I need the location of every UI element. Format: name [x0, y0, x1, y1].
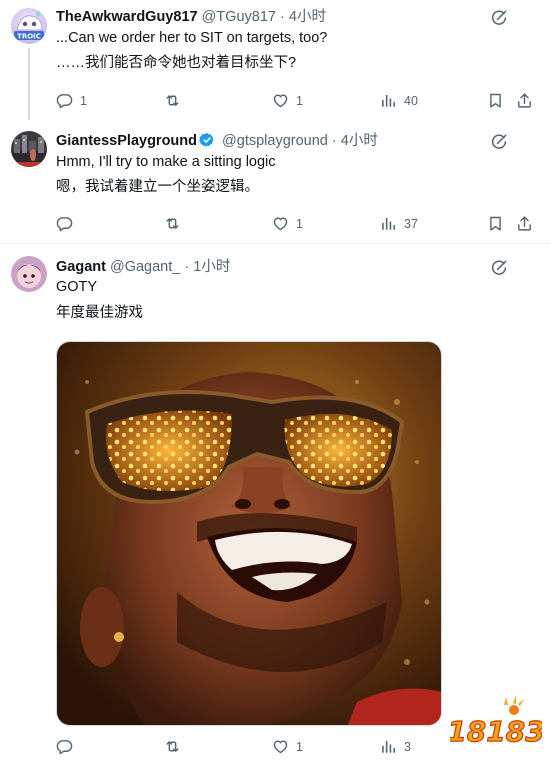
view-count: 3 — [404, 739, 411, 754]
avatar[interactable] — [11, 131, 47, 167]
like-button[interactable]: 1 — [272, 92, 303, 109]
tweet-2[interactable]: GiantessPlayground @gtsplayground · 4小时 … — [0, 122, 550, 242]
share-button[interactable] — [516, 215, 533, 232]
share-icon — [516, 92, 533, 109]
like-count: 1 — [296, 216, 303, 231]
views-icon — [380, 215, 397, 232]
tweet-text: GOTY — [56, 279, 98, 295]
tweet-header: TheAwkwardGuy817 @TGuy817 · 4小时 — [56, 8, 326, 26]
author-handle[interactable]: @Gagant_ — [110, 259, 180, 275]
views-icon — [380, 92, 397, 109]
like-icon — [272, 215, 289, 232]
views-icon — [380, 738, 397, 755]
like-count: 1 — [296, 93, 303, 108]
avatar[interactable] — [11, 256, 47, 292]
verified-badge-icon — [199, 133, 214, 147]
views-button[interactable]: 37 — [380, 215, 418, 232]
author-name[interactable]: GiantessPlayground — [56, 133, 197, 149]
avatar[interactable]: TROIC — [11, 8, 47, 44]
thread-line — [28, 48, 30, 120]
repost-icon — [164, 92, 181, 109]
repost-button[interactable] — [164, 215, 188, 232]
tweet-translation: ……我们能否命令她也对着目标坐下? — [56, 55, 297, 71]
like-count: 1 — [296, 739, 303, 754]
author-handle[interactable]: @gtsplayground — [222, 133, 328, 149]
repost-button[interactable] — [164, 92, 188, 109]
author-name[interactable]: TheAwkwardGuy817 — [56, 9, 198, 25]
reply-button[interactable]: 1 — [56, 92, 87, 109]
portrait-image — [57, 342, 441, 725]
reply-button[interactable] — [56, 738, 80, 755]
share-icon — [516, 215, 533, 232]
reply-icon — [56, 215, 73, 232]
separator-dot: · — [331, 133, 337, 149]
reply-button[interactable] — [56, 215, 80, 232]
watermark-text: 18183 — [450, 715, 542, 748]
reply-icon — [56, 92, 73, 109]
tweet-1[interactable]: TROIC TheAwkwardGuy817 @TGuy817 · 4小时 ..… — [0, 0, 550, 122]
bookmark-icon — [487, 92, 504, 109]
reply-icon — [56, 738, 73, 755]
author-handle[interactable]: @TGuy817 — [202, 9, 276, 25]
repost-icon — [164, 738, 181, 755]
view-count: 40 — [404, 93, 418, 108]
tweet-header: Gagant @Gagant_ · 1小时 — [56, 258, 230, 276]
tweet-actions: 1 37 — [56, 215, 540, 235]
timestamp[interactable]: 4小时 — [289, 9, 326, 25]
like-button[interactable]: 1 — [272, 738, 303, 755]
avatar-badge-text: TROIC — [17, 33, 41, 41]
tweet-media-image[interactable] — [56, 341, 442, 726]
grok-icon[interactable] — [490, 133, 508, 151]
like-icon — [272, 92, 289, 109]
timestamp[interactable]: 4小时 — [341, 133, 378, 149]
tweet-header: GiantessPlayground @gtsplayground · 4小时 — [56, 132, 378, 150]
bookmark-button[interactable] — [487, 215, 504, 232]
timestamp[interactable]: 1小时 — [193, 259, 230, 275]
tweet-actions: 1 1 40 — [56, 92, 540, 112]
like-icon — [272, 738, 289, 755]
grok-icon[interactable] — [490, 259, 508, 277]
grok-icon[interactable] — [490, 9, 508, 27]
tweet-text: Hmm, I'll try to make a sitting logic — [56, 154, 276, 170]
tweet-translation: 嗯，我试着建立一个坐姿逻辑。 — [56, 179, 259, 195]
bookmark-button[interactable] — [487, 92, 504, 109]
author-name[interactable]: Gagant — [56, 259, 106, 275]
tweet-translation: 年度最佳游戏 — [56, 305, 143, 321]
reply-count: 1 — [80, 93, 87, 108]
repost-button[interactable] — [164, 738, 188, 755]
separator-dot: · — [280, 9, 285, 25]
repost-icon — [164, 215, 181, 232]
share-button[interactable] — [516, 92, 533, 109]
views-button[interactable]: 40 — [380, 92, 418, 109]
separator-dot: · — [184, 259, 190, 275]
views-button[interactable]: 3 — [380, 738, 411, 755]
bookmark-icon — [487, 215, 504, 232]
view-count: 37 — [404, 216, 418, 231]
like-button[interactable]: 1 — [272, 215, 303, 232]
site-watermark-logo: 18183 — [447, 693, 545, 751]
tweet-text: ...Can we order her to SIT on targets, t… — [56, 30, 328, 46]
